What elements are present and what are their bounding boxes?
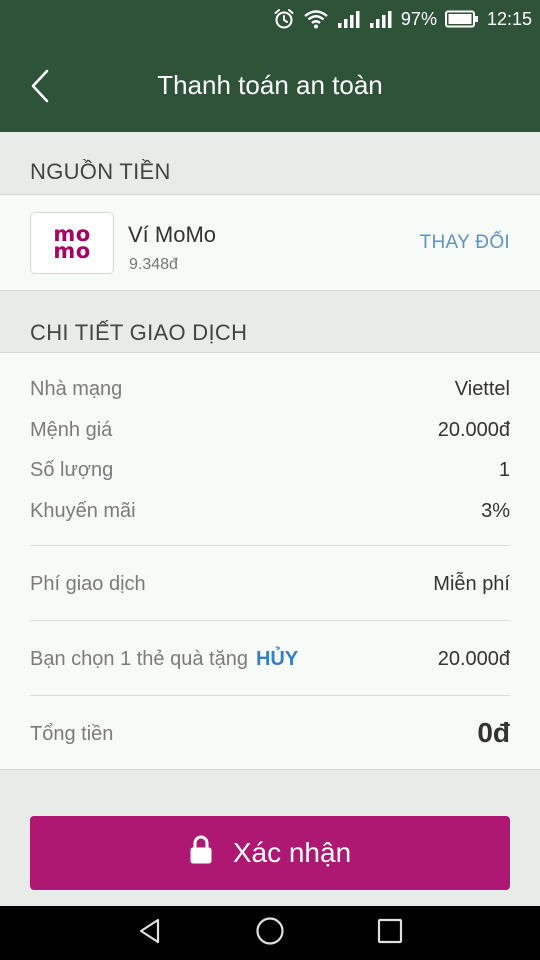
quantity-value: 1 [498,459,510,481]
wallet-name: Ví MoMo [128,222,217,247]
nav-back-icon [136,917,164,950]
fee-value: Miễn phí [433,573,510,595]
denomination-label: Mệnh giá [30,419,113,441]
nav-home-icon [255,916,285,951]
system-nav-bar [0,906,540,960]
details-section-header: CHI TIẾT GIAO DỊCH [0,291,540,353]
nav-home-button[interactable] [254,916,286,951]
wifi-icon [303,9,329,29]
carrier-value: Viettel [454,378,510,400]
confirm-label: Xác nhận [232,837,352,868]
toolbar: Thanh toán an toàn [0,50,540,126]
nav-recent-icon [377,918,403,949]
change-source-button[interactable]: THAY ĐỔI [420,232,510,254]
total-label: Tổng tiền [30,723,114,745]
promotion-value: 3% [481,500,510,522]
clock-time: 12:15 [486,8,532,29]
gift-value: 20.000đ [437,648,510,670]
denomination-value: 20.000đ [437,419,510,441]
gift-label: Bạn chọn 1 thẻ quà tặng [30,648,248,670]
total-value: 0đ [477,717,510,748]
quantity-label: Số lượng [30,459,114,481]
divider [30,545,510,546]
divider [30,620,510,621]
details-section-title: CHI TIẾT GIAO DỊCH [30,320,248,345]
wallet-balance: 9.348đ [129,256,178,273]
promotion-label: Khuyến mãi [30,500,136,522]
details-card: Nhà mạng Viettel Mệnh giá 20.000đ Số lượ… [0,353,540,770]
cancel-gift-button[interactable]: HỦY [256,648,298,670]
gift-row-label: Bạn chọn 1 thẻ quà tặng HỦY [30,648,298,671]
confirm-button[interactable]: Xác nhận [30,816,510,890]
carrier-label: Nhà mạng [30,378,123,400]
signal-icon [337,9,361,29]
battery-percent: 97% [400,8,437,29]
logo-line-2: mo [53,239,91,263]
page-title: Thanh toán an toàn [157,70,383,100]
wallet-card: mo mo Ví MoMo 9.348đ THAY ĐỔI [0,195,540,291]
source-section-header: NGUỒN TIỀN [0,132,540,195]
alarm-icon [273,8,295,30]
momo-logo: mo mo [30,212,114,274]
source-section-title: NGUỒN TIỀN [30,159,171,184]
nav-recent-button[interactable] [374,917,406,949]
nav-back-button[interactable] [134,917,166,949]
app-header: 97% 12:15 Thanh toán an toàn [0,0,540,132]
divider [30,695,510,696]
fee-label: Phí giao dịch [30,573,146,595]
signal-icon-2 [369,9,393,29]
battery-icon [444,10,479,28]
lock-icon [189,835,213,872]
status-bar: 97% 12:15 [273,0,532,38]
